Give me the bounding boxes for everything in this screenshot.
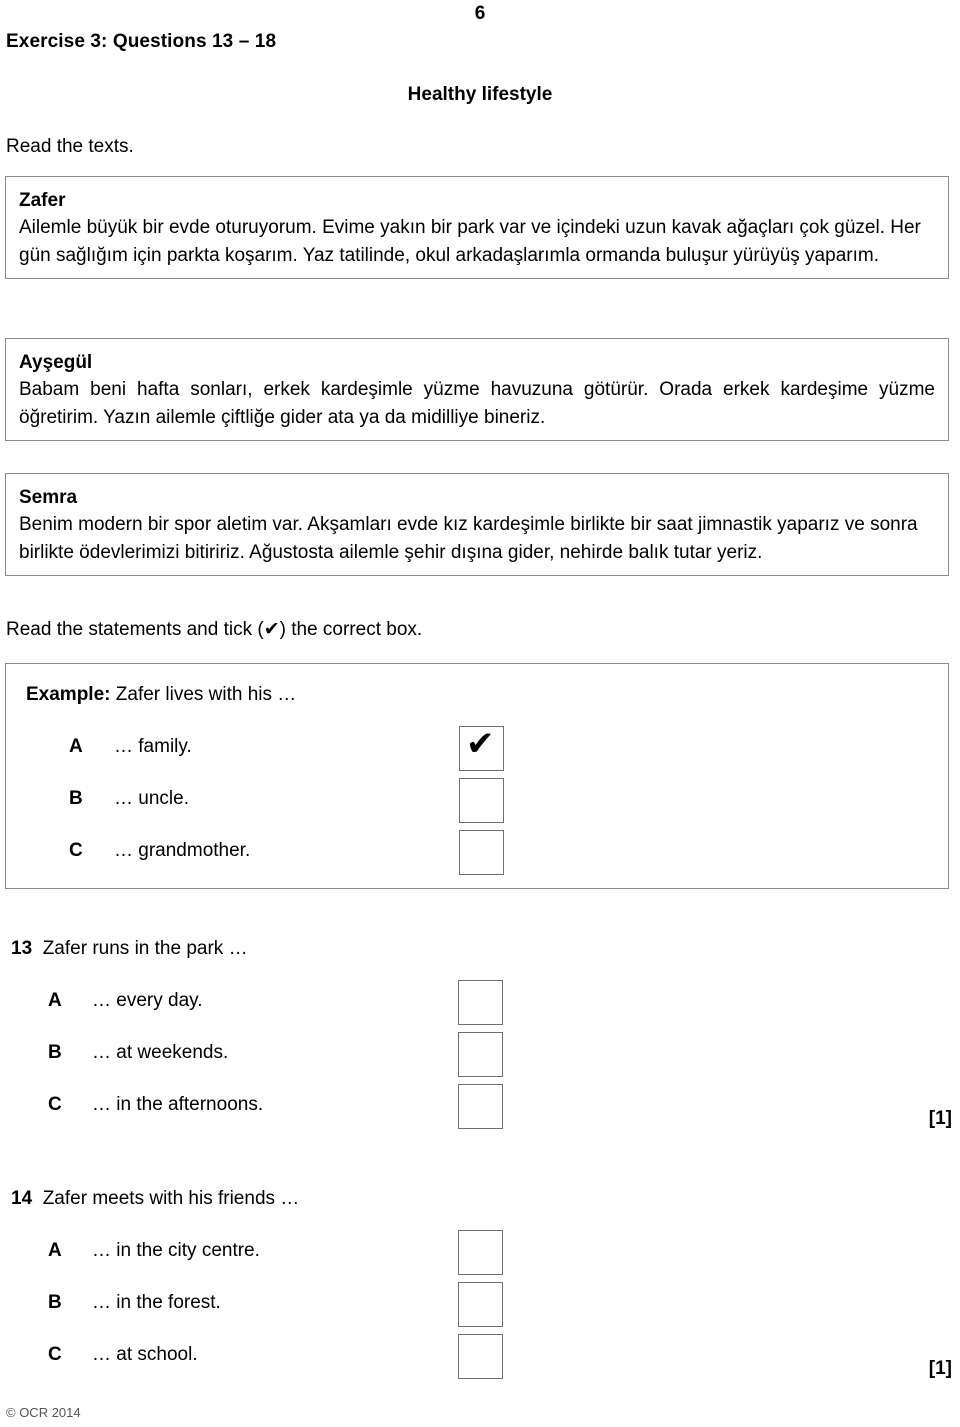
option-row: A … family. ✔ [6,724,950,774]
tick-icon: ✔ [466,724,495,764]
text-author-name: Zafer [19,190,66,211]
reading-text-box-zafer: Zafer Ailemle büyük bir evde oturuyorum.… [5,176,949,279]
answer-checkbox-c[interactable] [458,1084,503,1129]
option-letter: C [69,840,83,861]
option-letter: B [48,1042,62,1063]
option-row: B … at weekends. [5,1030,949,1080]
answer-checkbox-a[interactable] [458,980,503,1025]
option-letter: A [48,1240,62,1261]
example-stem-text: Zafer lives with his … [115,684,297,705]
option-text: … in the afternoons. [92,1094,264,1115]
question-stem-text: Zafer runs in the park … [42,938,248,959]
option-letter: A [48,990,62,1011]
question-stem-text: Zafer meets with his friends … [42,1188,300,1209]
text-body: Babam beni hafta sonları, erkek kardeşim… [19,379,935,428]
answer-checkbox-b[interactable] [458,1032,503,1077]
option-letter: C [48,1094,62,1115]
footer-copyright: © OCR 2014 [6,1405,81,1420]
option-row: A … in the city centre. [5,1228,949,1278]
exam-page: 6 Exercise 3: Questions 13 – 18 Healthy … [0,0,960,1427]
option-row: C … at school. [5,1332,949,1382]
option-text: … in the forest. [92,1292,221,1313]
option-row: C … in the afternoons. [5,1082,949,1132]
question-stem-13: 13 Zafer runs in the park … [11,938,248,960]
question-stem-14: 14 Zafer meets with his friends … [11,1188,299,1210]
question-number: 13 [11,938,33,959]
exercise-heading: Exercise 3: Questions 13 – 18 [6,31,277,52]
option-text: … grandmother. [114,840,251,861]
option-text: … family. [114,736,192,757]
section-title: Healthy lifestyle [407,84,553,105]
option-text: … at school. [92,1344,198,1365]
option-letter: B [48,1292,62,1313]
tick-instruction: Read the statements and tick (✔) the cor… [6,619,423,640]
option-letter: C [48,1344,62,1365]
reading-text-box-aysegul: Ayşegül Babam beni hafta sonları, erkek … [5,338,949,441]
option-row: B … uncle. [6,776,950,826]
marks-14: [1] [928,1358,952,1379]
option-letter: A [69,736,83,757]
text-author-name: Semra [19,487,78,508]
example-label: Example: [26,684,111,705]
text-body: Benim modern bir spor aletim var. Akşaml… [19,514,918,563]
page-number: 6 [474,3,486,24]
example-question-block: Example: Zafer lives with his … A … fami… [5,663,949,889]
question-block-13: 13 Zafer runs in the park … A … every da… [5,930,949,1152]
option-text: … in the city centre. [92,1240,260,1261]
option-letter: B [69,788,83,809]
text-body: Ailemle büyük bir evde oturuyorum. Evime… [19,217,921,266]
option-text: … uncle. [114,788,189,809]
option-row: A … every day. [5,978,949,1028]
reading-text-box-semra: Semra Benim modern bir spor aletim var. … [5,473,949,576]
answer-checkbox-a[interactable]: ✔ [459,724,504,771]
read-texts-instruction: Read the texts. [6,136,134,157]
option-row: B … in the forest. [5,1280,949,1330]
answer-checkbox-c[interactable] [458,1334,503,1379]
answer-checkbox-c[interactable] [459,830,504,875]
answer-checkbox-b[interactable] [459,778,504,823]
question-block-14: 14 Zafer meets with his friends … A … in… [5,1180,949,1402]
example-stem: Example: Zafer lives with his … [26,684,296,706]
option-row: C … grandmother. [6,828,950,878]
question-number: 14 [11,1188,33,1209]
answer-checkbox-a[interactable] [458,1230,503,1275]
option-text: … every day. [92,990,203,1011]
option-text: … at weekends. [92,1042,229,1063]
marks-13: [1] [928,1108,952,1129]
answer-checkbox-b[interactable] [458,1282,503,1327]
text-author-name: Ayşegül [19,352,93,373]
